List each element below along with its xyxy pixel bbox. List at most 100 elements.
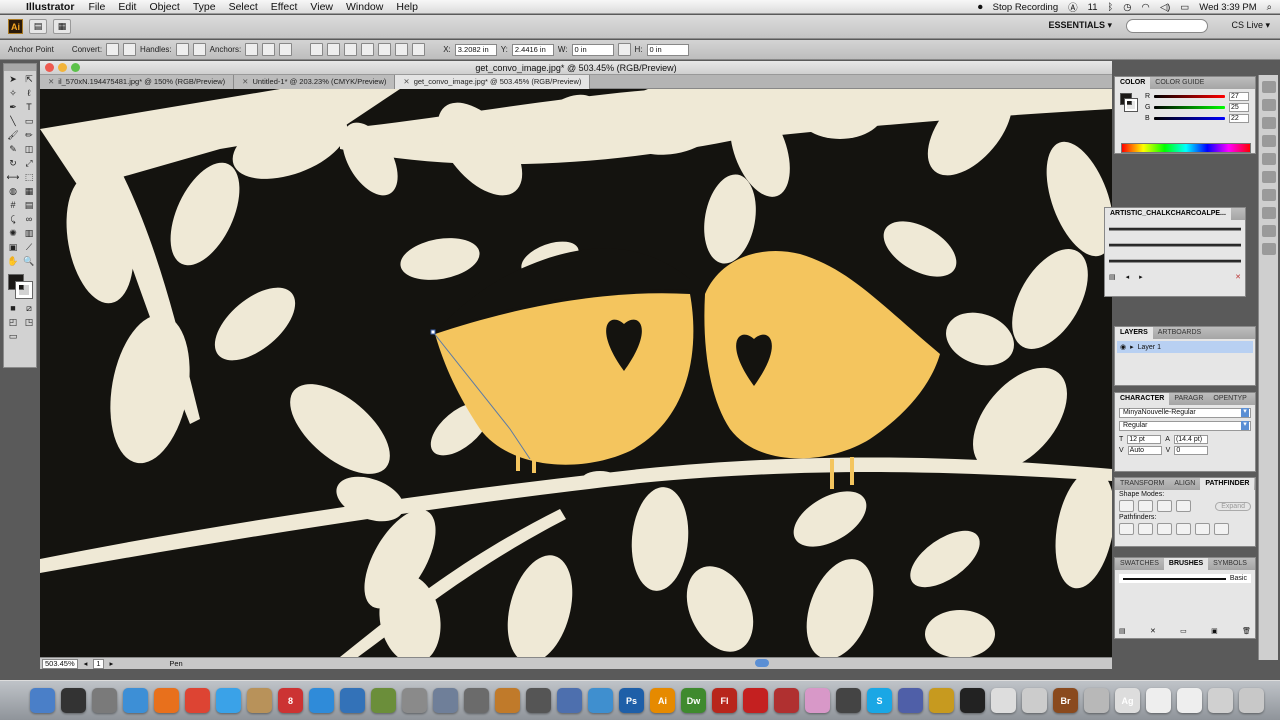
doc-tab-3[interactable]: ✕ get_convo_image.jpg* @ 503.45% (RGB/Pre… [395,75,591,89]
app-brush-icon[interactable] [588,688,613,713]
scale-tool-icon[interactable]: ⤢ [22,157,36,170]
slice-tool-icon[interactable]: ⟋ [22,241,36,254]
align-center-button[interactable] [327,43,341,56]
layer-row[interactable]: ◉ ▸ Layer 1 [1117,341,1253,353]
adobe-updates-icon[interactable]: Ⓐ [1068,0,1078,14]
tab-paragraph[interactable]: PARAGR [1169,393,1208,405]
transparency-panel-icon[interactable] [1261,207,1276,219]
menu-help[interactable]: Help [396,1,418,13]
tab-layers[interactable]: LAYERS [1115,327,1153,339]
tab-swatches[interactable]: SWATCHES [1115,558,1164,570]
magic-wand-tool-icon[interactable]: ✧ [6,87,20,100]
options-icon[interactable]: ▭ [1180,627,1187,635]
menu-window[interactable]: Window [346,1,383,13]
zoom-window-icon[interactable] [71,63,80,72]
terminal-icon[interactable] [960,688,985,713]
dashboard-icon[interactable] [61,688,86,713]
trim-button[interactable] [1138,523,1153,535]
tab-artboards[interactable]: ARTBOARDS [1153,327,1206,339]
close-window-icon[interactable] [45,63,54,72]
y-field[interactable]: 2.4416 in [511,43,554,56]
illustrator-icon[interactable]: Ai [650,688,675,713]
perspective-grid-tool-icon[interactable]: ▦ [22,185,36,198]
close-tab-icon[interactable]: ✕ [242,77,248,86]
recording-icon[interactable]: ⏺ [978,2,983,13]
font-family-select[interactable]: MinyaNouvelle-Regular [1119,408,1251,418]
artboard-canvas[interactable] [40,89,1112,657]
rotate-tool-icon[interactable]: ↻ [6,157,20,170]
symbol-sprayer-tool-icon[interactable]: ✺ [6,227,20,240]
folder-stack-icon[interactable] [1208,688,1233,713]
menu-file[interactable]: File [88,1,105,13]
flash-icon[interactable]: Fl [712,688,737,713]
g-value-field[interactable]: 25 [1229,103,1249,112]
artboard-next-icon[interactable]: ▸ [110,659,114,668]
addressbook-icon[interactable] [247,688,272,713]
menubar-clock[interactable]: Wed 3:39 PM [1199,2,1256,13]
kerning-field[interactable]: Auto [1127,446,1162,455]
bridge-button[interactable]: ▤ [29,19,47,34]
merge-button[interactable] [1157,523,1172,535]
brush-prev-icon[interactable]: ◂ [1126,273,1130,281]
line-tool-icon[interactable]: ╲ [6,115,20,128]
r-slider[interactable] [1154,95,1225,98]
blob-brush-tool-icon[interactable]: ✎ [6,143,20,156]
wifi-icon[interactable]: ◠ [1142,2,1150,13]
chalk-brush-1[interactable] [1109,222,1241,236]
pig-app-icon[interactable] [805,688,830,713]
new-brush-icon[interactable]: ▣ [1211,627,1218,635]
tracking-field[interactable]: 0 [1174,446,1209,455]
crop-button[interactable] [1176,523,1191,535]
font-style-select[interactable]: Regular [1119,421,1251,431]
font-size-field[interactable]: 12 pt [1127,435,1162,444]
blend-tool-icon[interactable]: ∞ [22,213,36,226]
tab-brushes[interactable]: BRUSHES [1163,558,1209,570]
gradient-panel-icon[interactable] [1261,189,1276,201]
scrollbar-thumb[interactable] [755,659,769,667]
g-slider[interactable] [1154,106,1225,109]
rectangle-tool-icon[interactable]: ▭ [22,115,36,128]
free-transform-tool-icon[interactable]: ⬚ [22,171,36,184]
acrobat-icon[interactable] [743,688,768,713]
b-value-field[interactable]: 22 [1229,114,1249,123]
expand-layer-icon[interactable]: ▸ [1130,343,1134,351]
delete-brush-icon[interactable]: 🗑 [1242,627,1251,635]
pencil-tool-icon[interactable]: ✏ [22,129,36,142]
align-bottom-button[interactable] [395,43,409,56]
color-spectrum-bar[interactable] [1121,143,1251,153]
hand-tool-icon[interactable]: ✋ [6,255,20,268]
shape-builder-tool-icon[interactable]: ◍ [6,185,20,198]
time-machine-icon[interactable]: ◷ [1123,2,1131,13]
volume-icon[interactable]: ◁) [1160,2,1170,13]
finder-icon[interactable] [30,688,55,713]
align-top-button[interactable] [361,43,375,56]
brush-library-menu-icon[interactable]: ▤ [1109,273,1116,281]
width-tool-icon[interactable]: ⟷ [6,171,20,184]
chalk-brush-2[interactable] [1109,238,1241,252]
clapper-icon[interactable] [836,688,861,713]
bluetooth-icon[interactable]: ᛒ [1108,2,1114,13]
menu-view[interactable]: View [310,1,333,13]
tab-symbols[interactable]: SYMBOLS [1208,558,1252,570]
photoshop-icon[interactable]: Ps [619,688,644,713]
safari-icon[interactable] [123,688,148,713]
minus-front-button[interactable] [1138,500,1153,512]
convert-smooth-button[interactable] [123,43,137,56]
graphic-styles-icon[interactable] [1261,153,1276,165]
stroke-panel-icon[interactable] [1261,171,1276,183]
width-field[interactable]: 0 in [571,43,614,56]
artboard-prev-icon[interactable]: ◂ [84,659,88,668]
remove-anchor-button[interactable] [245,43,259,56]
script-icon[interactable] [526,688,551,713]
app-pen-icon[interactable] [557,688,582,713]
screen-mode-icon[interactable]: ▭ [6,330,20,343]
anchor-point-handle[interactable] [430,329,436,335]
none-mode-icon[interactable]: ⧄ [22,302,36,315]
zoom-level-field[interactable]: 503.45% [42,658,78,669]
menu-effect[interactable]: Effect [271,1,298,13]
pdf-app-icon[interactable] [774,688,799,713]
battery-icon[interactable]: ▭ [1180,2,1189,13]
draw-behind-icon[interactable]: ◳ [22,316,36,329]
bridge-icon[interactable]: Br [1053,688,1078,713]
doc2-icon[interactable] [1177,688,1202,713]
